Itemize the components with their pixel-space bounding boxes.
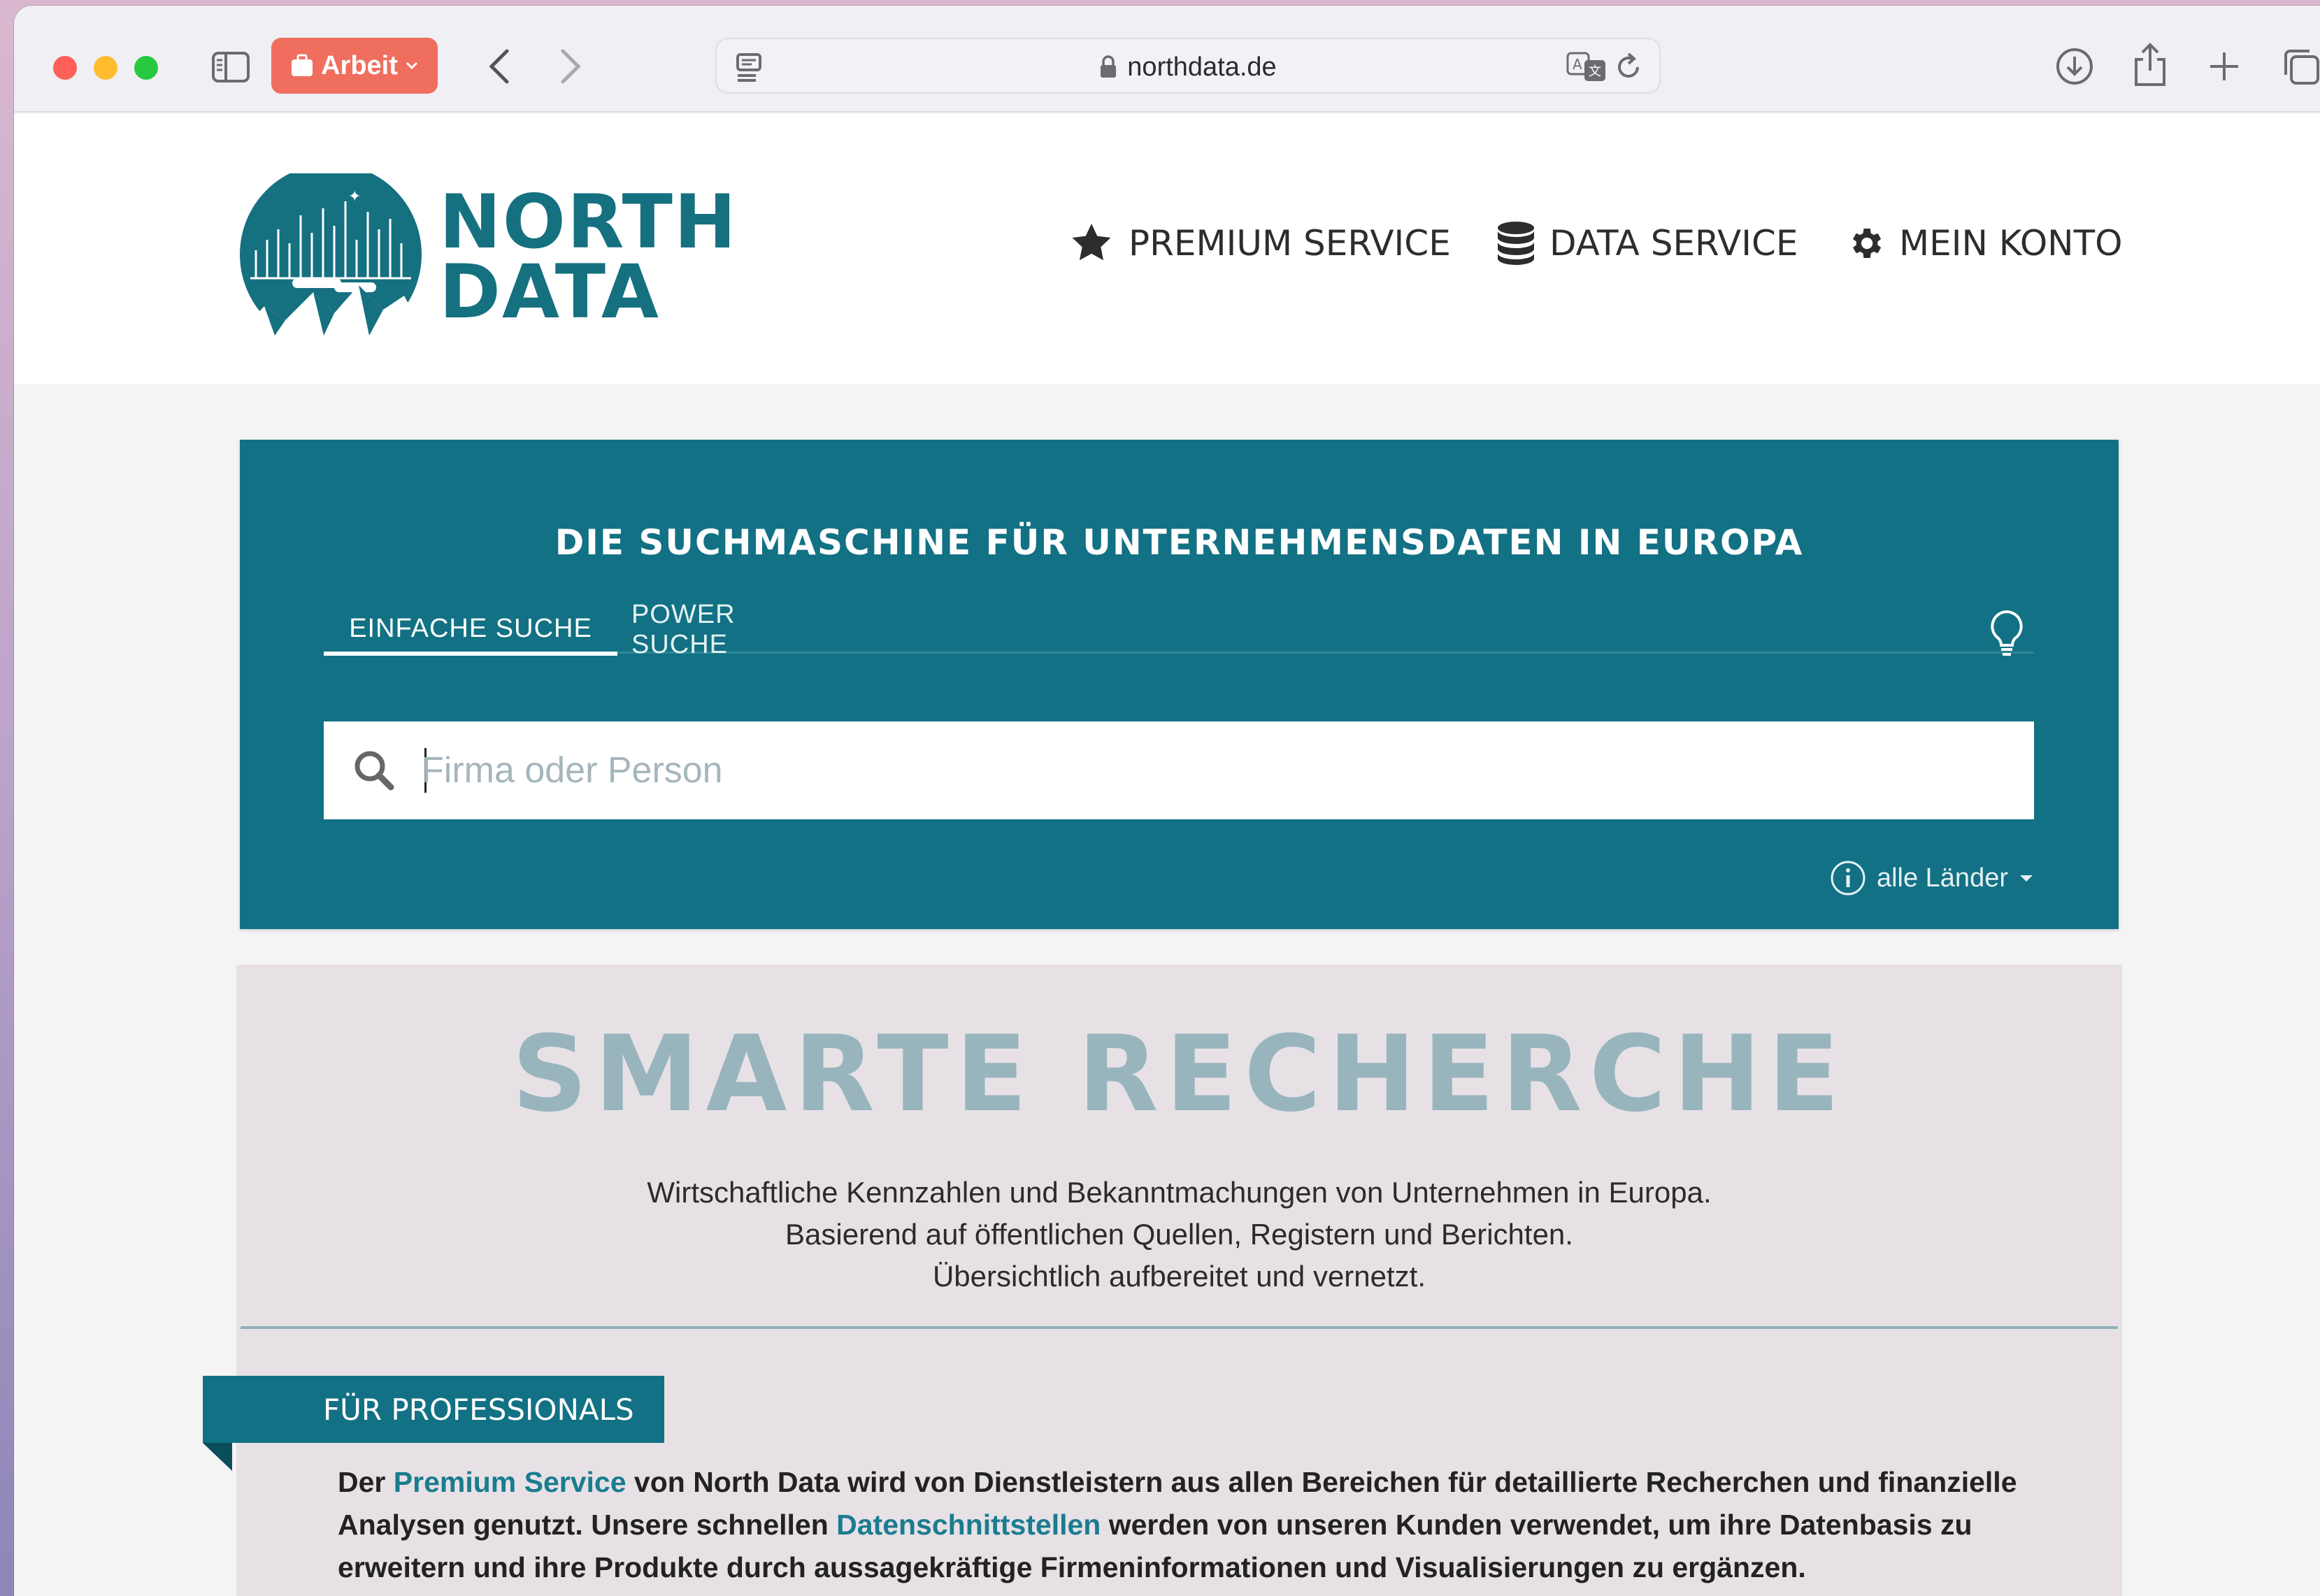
intro-text: Wirtschaftliche Kennzahlen und Bekanntma… [236,1172,2122,1297]
search-box [324,721,2034,819]
tab-simple-search[interactable]: EINFACHE SUCHE [324,606,617,656]
ribbon-fold [203,1443,232,1471]
search-input[interactable] [422,738,2002,803]
section-divider [241,1326,2118,1329]
svg-text:✦: ✦ [348,187,361,205]
country-filter[interactable]: alle Länder [1829,857,2035,899]
nav-my-account[interactable]: MEIN KONTO [1846,219,2122,268]
intro-section: SMARTE RECHERCHE Wirtschaftliche Kennzah… [203,965,2122,1596]
data-interfaces-link[interactable]: Datenschnittstellen [836,1509,1101,1541]
logo-line-data: DATA [439,249,660,335]
gear-icon [1853,229,1882,258]
new-tab-icon[interactable] [2200,42,2249,91]
profile-label: Arbeit [321,50,398,80]
zoom-window-button[interactable] [134,56,158,80]
search-icon [352,748,398,794]
back-icon[interactable] [475,42,524,91]
reload-icon[interactable] [1610,46,1648,88]
premium-service-link[interactable]: Premium Service [394,1466,626,1498]
info-icon[interactable] [1829,859,1867,897]
star-icon [1072,224,1111,261]
nav-premium-label: PREMIUM SERVICE [1129,223,1451,264]
tab-power-search[interactable]: POWER SUCHE [631,600,820,659]
professionals-text: Der Premium Service von North Data wird … [338,1461,2030,1589]
caret-down-icon [2020,875,2033,882]
lightbulb-icon[interactable] [1986,609,2027,658]
nav-data-label: DATA SERVICE [1549,223,1798,264]
text-fragment: Der [338,1466,394,1498]
intro-line: Basierend auf öffentlichen Quellen, Regi… [785,1218,1573,1251]
lock-icon [1101,55,1117,78]
nav-data-service[interactable]: DATA SERVICE [1496,219,1798,268]
search-panel: DIE SUCHMASCHINE FÜR UNTERNEHMENSDATEN I… [240,440,2119,929]
country-filter-label: alle Länder [1876,863,2008,893]
section-title: SMARTE RECHERCHE [512,1014,1847,1135]
nav-premium-service[interactable]: PREMIUM SERVICE [1068,219,1451,268]
site-header: ✦ NORTH DATA PREMIUM SERVICE DATA SERVIC… [14,114,2320,384]
translate-icon[interactable]: A文 [1566,46,1607,88]
address-bar[interactable]: northdata.de A文 [715,38,1661,94]
sidebar-toggle-icon[interactable] [210,46,252,88]
download-icon[interactable] [2050,42,2099,91]
logo-emblem-icon: ✦ [236,173,425,336]
intro-line: Übersichtlich aufbereitet und vernetzt. [932,1260,1426,1293]
database-icon [1498,222,1534,265]
close-window-button[interactable] [53,56,77,80]
minimize-window-button[interactable] [94,56,117,80]
logo-wordmark: NORTH DATA [439,179,738,335]
browser-window: Arbeit northdata.de A文 ✦ NORTH DATA PREM… [14,6,2320,1596]
search-tabs: EINFACHE SUCHE POWER SUCHE [324,600,2034,659]
forward-icon[interactable] [545,42,594,91]
hero-title: DIE SUCHMASCHINE FÜR UNTERNEHMENSDATEN I… [554,522,1804,563]
intro-line: Wirtschaftliche Kennzahlen und Bekanntma… [647,1176,1712,1209]
north-data-logo[interactable]: ✦ NORTH DATA [236,173,736,336]
chevron-down-icon [406,62,417,70]
share-icon[interactable] [2126,39,2175,91]
profile-button[interactable]: Arbeit [271,38,438,94]
svg-text:文: 文 [1589,64,1601,79]
nav-account-label: MEIN KONTO [1899,223,2123,264]
tab-overview-icon[interactable] [2277,42,2320,91]
svg-text:A: A [1573,56,1582,73]
logo-line-north: NORTH [439,179,738,265]
briefcase-icon [292,54,313,76]
professionals-ribbon: FÜR PROFESSIONALS [203,1376,664,1443]
url-text: northdata.de [1127,52,1277,82]
browser-toolbar: Arbeit northdata.de A文 [14,6,2320,113]
